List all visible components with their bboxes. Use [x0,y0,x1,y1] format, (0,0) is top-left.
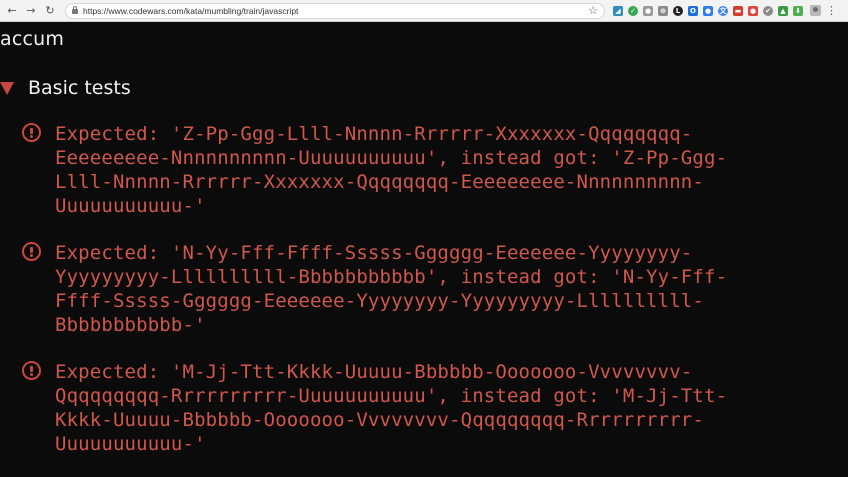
test-group-label: Basic tests [28,77,131,99]
green-check-extension-icon[interactable]: ✓ [628,5,638,16]
failure-line: Llll-Nnnnn-Rrrrrr-Xxxxxxx-Qqqqqqqq-Eeeee… [55,171,704,193]
failed-assertion: Expected: 'N-Yy-Fff-Ffff-Sssss-Gggggg-Ee… [22,241,848,337]
failure-line: Ffff-Sssss-Gggggg-Eeeeeee-Yyyyyyyy-Yyyyy… [55,290,704,312]
forward-icon[interactable]: → [24,4,38,18]
failure-line: Uuuuuuuuuuu-' [55,195,206,217]
failed-assertion: Expected: 'M-Jj-Ttt-Kkkk-Uuuuu-Bbbbbb-Oo… [22,360,848,456]
failure-message: Expected: 'Z-Pp-Ggg-Llll-Nnnnn-Rrrrrr-Xx… [55,122,845,218]
reload-icon[interactable]: ↻ [43,4,57,18]
red-card-extension-icon[interactable]: ▬ [733,5,743,16]
test-output-panel: accum Basic tests Expected: 'Z-Pp-Ggg-Ll… [0,22,848,477]
failure-line: Uuuuuuuuuuu-' [55,433,206,455]
failure-line: Yyyyyyyyy-Llllllllll-Bbbbbbbbbbb', inste… [55,266,728,288]
failure-message: Expected: 'M-Jj-Ttt-Kkkk-Uuuuu-Bbbbbb-Oo… [55,360,845,456]
chart-extension-icon[interactable]: ◢ [613,5,623,16]
failure-line: Expected: 'Z-Pp-Ggg-Llll-Nnnnn-Rrrrrr-Xx… [55,123,693,145]
down-arrow-extension-icon[interactable]: ⬇ [793,5,803,16]
red-round-extension-icon[interactable]: ● [748,5,758,16]
profile-avatar[interactable] [810,5,821,16]
error-icon [22,361,41,380]
failure-line: Expected: 'N-Yy-Fff-Ffff-Sssss-Gggggg-Ee… [55,242,693,264]
gray-round-extension-icon[interactable]: ⊕ [658,5,668,16]
kata-title: accum [0,28,65,50]
translate-extension-icon[interactable]: 文 [718,5,728,16]
failed-assertion: Expected: 'Z-Pp-Ggg-Llll-Nnnnn-Rrrrrr-Xx… [22,122,848,218]
green-extension-icon[interactable]: ▲ [778,5,788,16]
extensions-area: ◢ ✓ ● ⊕ L O ● 文 ▬ ● ✔ ▲ ⬇ [613,5,808,16]
failure-line: Qqqqqqqqq-Rrrrrrrrrr-Uuuuuuuuuuu', inste… [55,385,728,407]
test-group-header[interactable]: Basic tests [0,76,131,100]
error-icon [22,242,41,261]
l-extension-icon[interactable]: L [673,5,683,16]
gray-circle-extension-icon[interactable]: ● [643,5,653,16]
error-icon [22,123,41,142]
collapse-triangle-icon[interactable] [0,81,14,95]
failure-line: Kkkk-Uuuuu-Bbbbbb-Ooooooo-Vvvvvvvv-Qqqqq… [55,409,704,431]
address-bar[interactable]: https://www.codewars.com/kata/mumbling/t… [65,2,605,19]
blue-o-extension-icon[interactable]: O [688,5,698,16]
url-text[interactable]: https://www.codewars.com/kata/mumbling/t… [83,6,582,16]
failure-line: Bbbbbbbbbbb-' [55,314,206,336]
browser-toolbar: ← → ↻ https://www.codewars.com/kata/mumb… [0,0,848,22]
check-extension-icon[interactable]: ✔ [763,5,773,16]
failure-message: Expected: 'N-Yy-Fff-Ffff-Sssss-Gggggg-Ee… [55,241,845,337]
failure-line: Expected: 'M-Jj-Ttt-Kkkk-Uuuuu-Bbbbbb-Oo… [55,361,693,383]
lock-icon [72,6,78,14]
failure-line: Eeeeeeeee-Nnnnnnnnnn-Uuuuuuuuuuu', inste… [55,147,728,169]
browser-menu-icon[interactable]: ⋮ [826,4,837,17]
back-icon[interactable]: ← [5,4,19,18]
blue-dot-extension-icon[interactable]: ● [703,5,713,16]
bookmark-star-icon[interactable]: ☆ [588,4,598,17]
